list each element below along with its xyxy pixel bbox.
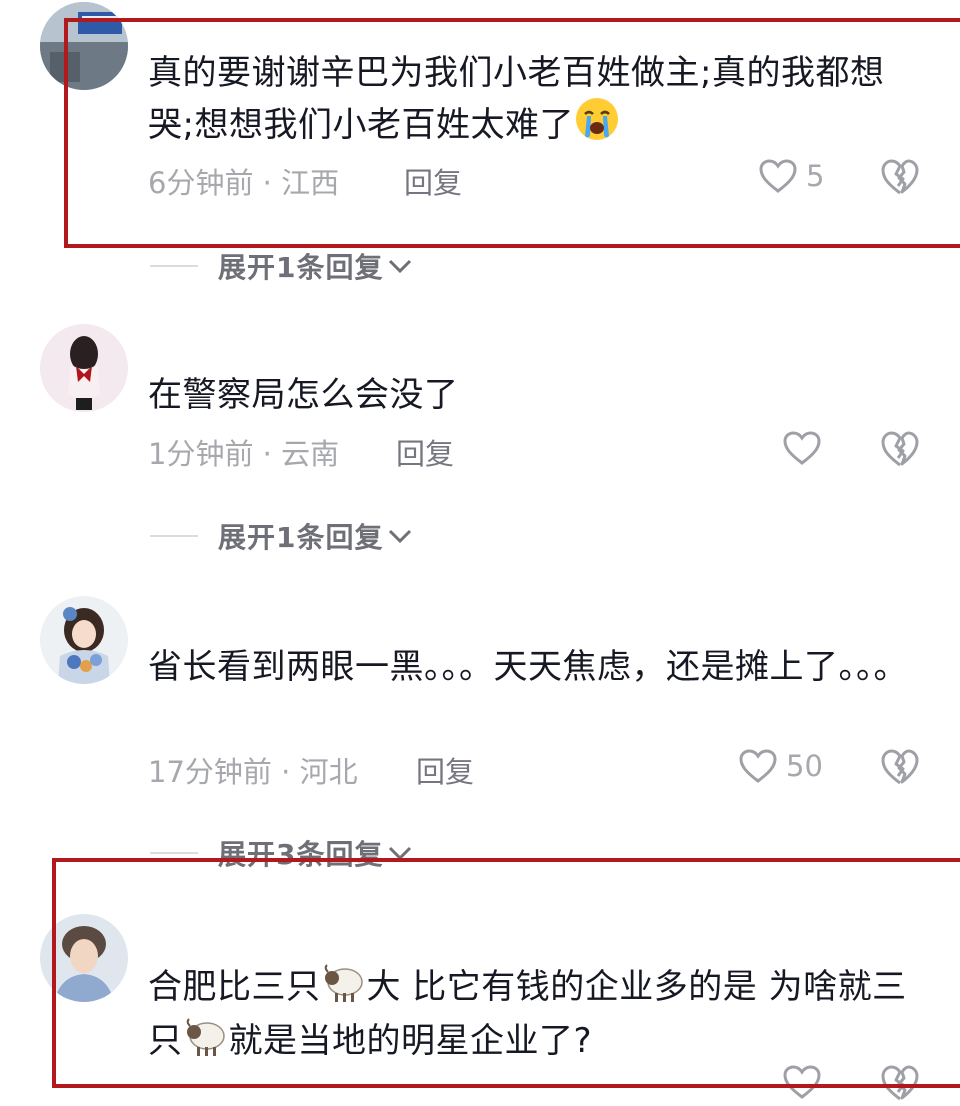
- meta-separator: ·: [271, 755, 300, 789]
- comment-text: 省长看到两眼一黑。。。天天焦虑，还是摊上了。。。: [148, 647, 908, 687]
- comment-meta: 1分钟前 · 云南: [148, 431, 339, 473]
- comment-item: 在警察局怎么会没了 1分钟前 · 云南 回复 展开1条回复: [0, 300, 960, 580]
- chevron-down-icon: [389, 529, 412, 544]
- reply-button[interactable]: 回复: [404, 160, 462, 202]
- sheep-icon: [183, 1016, 229, 1070]
- timestamp: 1分钟前: [148, 437, 254, 471]
- reply-button[interactable]: 回复: [396, 431, 454, 473]
- meta-separator: ·: [253, 166, 282, 200]
- expand-replies-button[interactable]: 展开1条回复: [150, 516, 413, 556]
- like-button[interactable]: 50: [738, 748, 823, 784]
- dislike-button[interactable]: [880, 158, 920, 200]
- dislike-button[interactable]: [880, 1064, 920, 1106]
- meta-separator: ·: [253, 437, 282, 471]
- like-count: 5: [806, 159, 825, 193]
- like-count: 50: [786, 749, 823, 783]
- loudly-crying-face-icon: [574, 96, 620, 154]
- divider-line: [150, 852, 198, 854]
- comment-text: 真的要谢谢辛巴为我们小老百姓做主;真的我都想哭;想想我们小老百姓太难了: [148, 50, 918, 154]
- reply-button[interactable]: 回复: [416, 749, 474, 791]
- expand-replies-button[interactable]: 展开1条回复: [150, 246, 413, 286]
- broken-heart-icon: [881, 1065, 919, 1101]
- heart-icon: [739, 749, 777, 783]
- comment-item: 真的要谢谢辛巴为我们小老百姓做主;真的我都想哭;想想我们小老百姓太难了 6分钟前…: [0, 0, 960, 300]
- comment-item: 省长看到两眼一黑。。。天天焦虑，还是摊上了。。。 17分钟前 · 河北 回复 5…: [0, 580, 960, 880]
- divider-line: [150, 265, 198, 267]
- like-button[interactable]: [782, 430, 830, 466]
- expand-replies-button[interactable]: 展开3条回复: [150, 833, 413, 873]
- sheep-icon: [321, 962, 367, 1016]
- comment-text: 合肥比三只大 比它有钱的企业多的是 为啥就三只 就是当地的明星企业了?: [148, 962, 918, 1070]
- dislike-button[interactable]: [880, 748, 920, 790]
- timestamp: 6分钟前: [148, 166, 254, 200]
- location: 江西: [281, 166, 340, 200]
- divider-line: [150, 535, 198, 537]
- dislike-button[interactable]: [880, 430, 920, 472]
- location: 云南: [281, 437, 340, 471]
- comment-text: 在警察局怎么会没了: [148, 375, 459, 415]
- timestamp: 17分钟前: [148, 755, 272, 789]
- avatar[interactable]: [40, 596, 128, 684]
- comment-meta: 17分钟前 · 河北: [148, 749, 358, 791]
- comment-item: 合肥比三只大 比它有钱的企业多的是 为啥就三只 就是当地的明星企业了?: [0, 880, 960, 1101]
- broken-heart-icon: [881, 749, 919, 785]
- broken-heart-icon: [881, 431, 919, 467]
- chevron-down-icon: [389, 259, 412, 274]
- chevron-down-icon: [389, 846, 412, 861]
- heart-icon: [783, 431, 821, 465]
- heart-icon: [759, 159, 797, 193]
- broken-heart-icon: [881, 159, 919, 195]
- heart-icon: [783, 1065, 821, 1099]
- comment-meta: 6分钟前 · 江西: [148, 160, 339, 202]
- avatar[interactable]: [40, 2, 128, 90]
- like-button[interactable]: [782, 1064, 822, 1100]
- avatar[interactable]: [40, 914, 128, 1002]
- avatar[interactable]: [40, 324, 128, 412]
- location: 河北: [299, 755, 358, 789]
- like-button[interactable]: 5: [758, 158, 824, 194]
